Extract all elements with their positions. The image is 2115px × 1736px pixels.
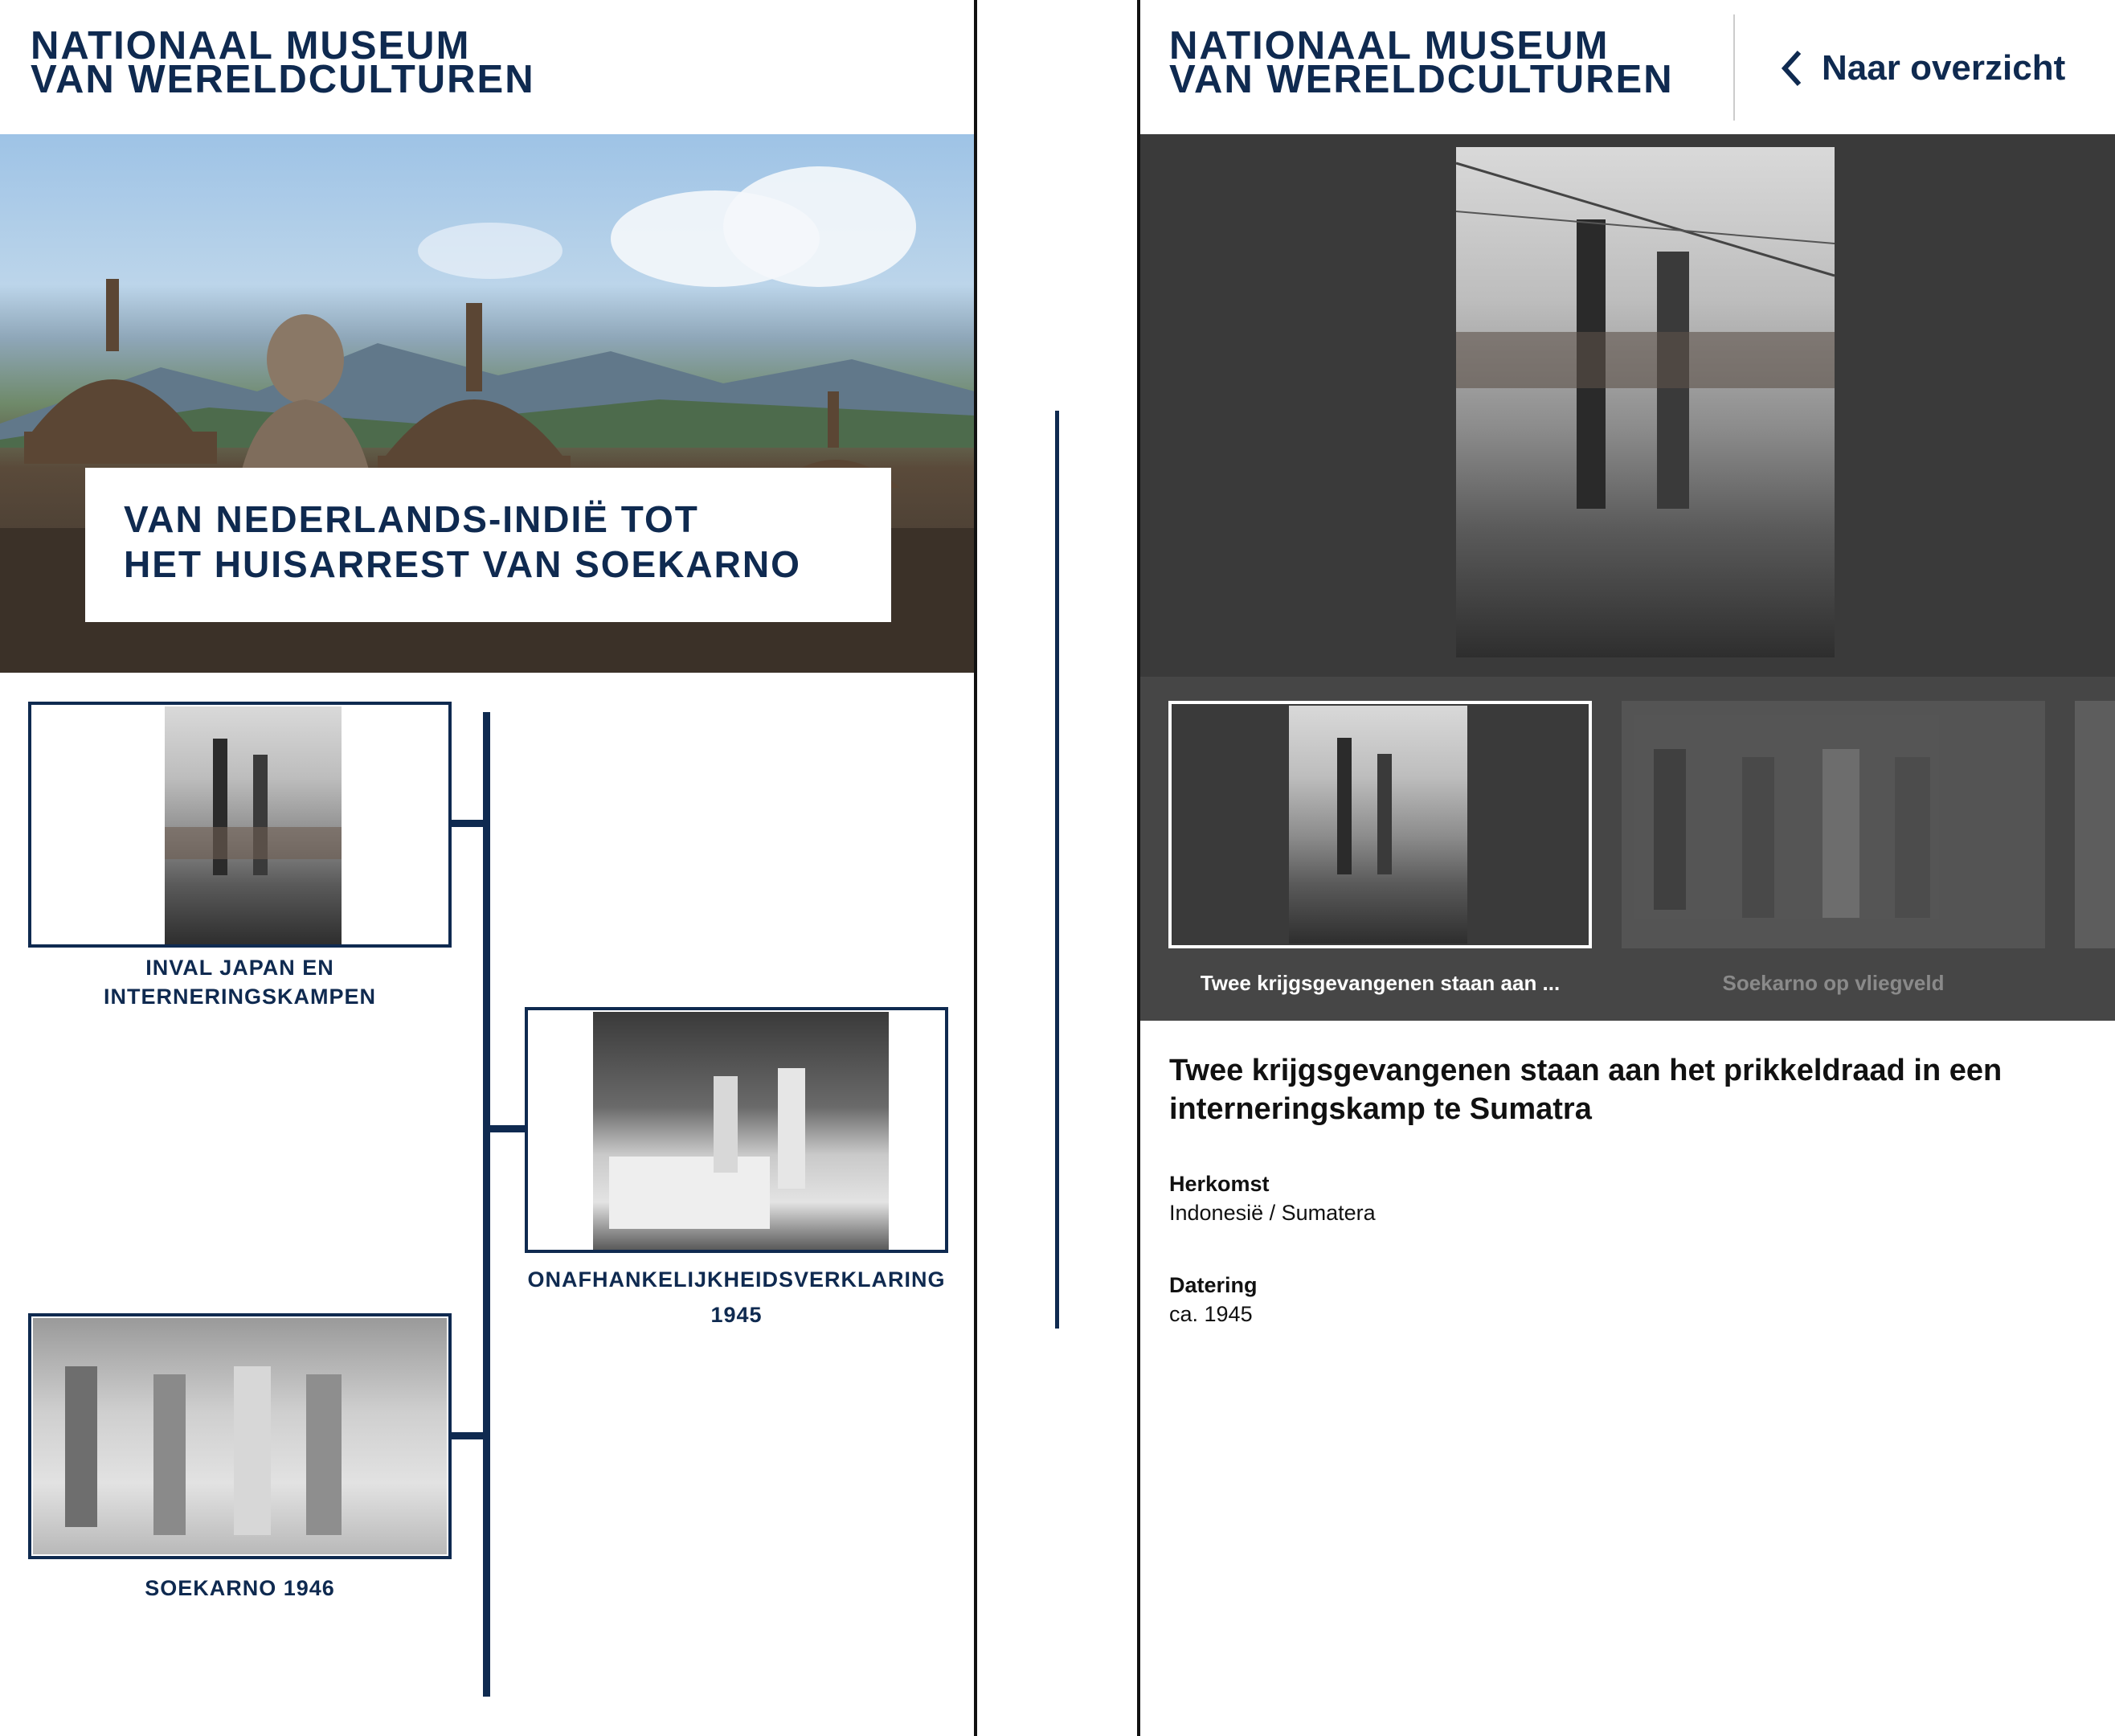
hero-title-line-2: HET HUISARREST VAN SOEKARNO xyxy=(124,543,801,585)
origin-label: Herkomst xyxy=(1169,1172,1270,1196)
back-button[interactable]: Naar overzicht xyxy=(1775,40,2065,96)
origin-value: Indonesië / Sumatera xyxy=(1169,1201,1376,1225)
left-screen-border xyxy=(974,0,977,1736)
timeline-caption: ONAFHANKELIJKHEIDSVERKLARING 1945 xyxy=(527,1267,946,1327)
header-divider xyxy=(1733,14,1735,121)
barbed-wire-graphic xyxy=(1456,162,1835,277)
timeline-item-onafhankelijkheid[interactable] xyxy=(525,1007,948,1253)
timeline-caption: SOEKARNO 1946 xyxy=(145,1576,335,1600)
date-label: Datering xyxy=(1169,1273,1258,1297)
timeline-caption: INVAL JAPAN EN INTERNERINGSKAMPEN xyxy=(103,956,377,1009)
museum-logo[interactable]: NATIONAAL MUSEUM VAN WERELDCULTUREN xyxy=(1169,27,1674,101)
museum-logo[interactable]: NATIONAAL MUSEUM VAN WERELDCULTUREN xyxy=(31,27,535,101)
timeline-connector xyxy=(452,1432,488,1439)
right-screen: NATIONAAL MUSEUM VAN WERELDCULTUREN Naar… xyxy=(1140,0,2115,1736)
thumbnail-partial[interactable] xyxy=(2075,701,2115,948)
timeline-connector xyxy=(452,820,488,827)
main-photo[interactable] xyxy=(1456,147,1835,657)
thumbnail[interactable] xyxy=(1622,701,2045,948)
logo-line-2: VAN WERELDCULTUREN xyxy=(31,58,535,101)
ceremony-photo xyxy=(593,1012,889,1250)
back-button-label: Naar overzicht xyxy=(1822,48,2066,88)
detail-title: Twee krijgsgevangenen staan aan het prik… xyxy=(1169,1054,2002,1126)
scroll-indicator[interactable] xyxy=(1055,411,1059,1329)
thumbnail-active[interactable] xyxy=(1168,701,1592,948)
timeline-connector xyxy=(488,1125,525,1132)
thumbnail-strip: Twee krijgsgevangenen staan aan ... Soek… xyxy=(1140,677,2115,1021)
left-screen: NATIONAAL MUSEUM VAN WERELDCULTUREN VAN … xyxy=(0,0,975,1736)
timeline-item-inval-japan[interactable] xyxy=(28,702,452,948)
chevron-left-icon xyxy=(1781,50,1802,87)
thumbnail-caption: Soekarno op vliegveld xyxy=(1722,971,1945,995)
soekarno-photo xyxy=(33,1318,447,1554)
hero-title-line-1: VAN NEDERLANDS-INDIË TOT xyxy=(124,498,699,540)
timeline-spine xyxy=(483,712,490,1697)
image-viewer xyxy=(1140,134,2115,677)
prisoners-photo xyxy=(165,706,342,944)
hero-title-card: VAN NEDERLANDS-INDIË TOT HET HUISARREST … xyxy=(85,468,891,622)
date-value: ca. 1945 xyxy=(1169,1302,1253,1326)
timeline-item-soekarno-1946[interactable] xyxy=(28,1313,452,1559)
logo-line-2: VAN WERELDCULTUREN xyxy=(1169,58,1674,101)
thumbnail-caption-active: Twee krijgsgevangenen staan aan ... xyxy=(1200,971,1561,995)
